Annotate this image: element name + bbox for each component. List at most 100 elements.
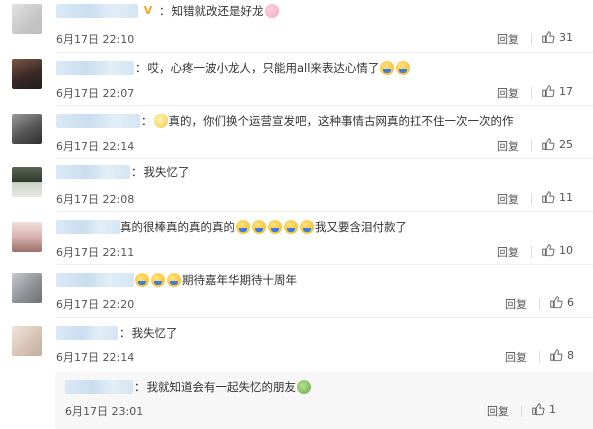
timestamp: 6月17日 22:14: [56, 140, 135, 153]
pig-emoji-icon: [264, 4, 279, 18]
username[interactable]: [56, 61, 134, 75]
username[interactable]: [65, 380, 133, 394]
verified-badge-icon: V: [143, 4, 153, 17]
colon: ：: [159, 4, 171, 18]
avatar[interactable]: [12, 59, 42, 89]
thumbs-up-icon: [550, 349, 563, 362]
cat-emoji-icon: [153, 114, 168, 128]
username[interactable]: [56, 326, 118, 340]
comment-line: ： 真的，你们换个运营宣发吧，这种事情古网真的扛不住一次一次的作: [56, 112, 514, 130]
comment-line: ： 我失忆了: [56, 163, 190, 181]
divider: [531, 140, 532, 152]
like-count: 1: [549, 402, 556, 416]
doge-emoji-icon: [284, 220, 298, 234]
comment-text: 真的，你们换个运营宣发吧，这种事情古网真的扛不住一次一次的作: [168, 114, 514, 128]
divider: [531, 87, 532, 99]
doge-emoji-icon: [252, 220, 266, 234]
thumbs-up-icon: [532, 403, 545, 416]
reply-button[interactable]: 回复: [497, 85, 519, 101]
username[interactable]: [56, 165, 130, 179]
timestamp: 6月17日 22:07: [56, 87, 135, 100]
comment-text-start: 真的很棒真的真的真的: [120, 220, 235, 234]
comment-item: 真的很棒真的真的真的 我又要含泪付款了 6月17日 22:11 回复 10: [0, 212, 593, 265]
thumbs-up-icon: [550, 296, 563, 309]
divider: [539, 298, 540, 310]
reply-button[interactable]: 回复: [497, 191, 519, 207]
comment-item: V ： 知错就改还是好龙 6月17日 22:10 回复 31: [0, 0, 593, 53]
like-count: 8: [567, 348, 574, 362]
reply-button[interactable]: 回复: [497, 138, 519, 154]
username[interactable]: [56, 4, 138, 18]
thumbs-up-icon: [542, 138, 555, 151]
avatar[interactable]: [12, 273, 42, 303]
reply-button[interactable]: 回复: [505, 349, 527, 365]
colon: ：: [131, 165, 143, 179]
like-count: 10: [559, 243, 573, 257]
reply-button[interactable]: 回复: [487, 403, 509, 419]
thumbs-up-icon: [542, 191, 555, 204]
doge-emoji-icon: [380, 61, 395, 75]
like-button[interactable]: 8: [549, 348, 574, 362]
comment-item: ： 我失忆了 6月17日 22:08 回复 11: [0, 159, 593, 212]
divider: [531, 193, 532, 205]
comment-item: 期待嘉年华期待十周年 6月17日 22:20 回复 6: [0, 265, 593, 318]
avatar[interactable]: [12, 167, 42, 197]
reply-button[interactable]: 回复: [497, 31, 519, 47]
comment-text: 我就知道会有一起失忆的朋友: [146, 380, 297, 394]
colon: ：: [135, 61, 147, 75]
doge-emoji-icon: [135, 273, 149, 287]
comment-line: 期待嘉年华期待十周年: [56, 271, 297, 289]
timestamp: 6月17日 22:10: [56, 33, 135, 46]
like-button[interactable]: 25: [541, 137, 573, 151]
comment-line: ： 我失忆了: [56, 324, 178, 342]
timestamp: 6月17日 22:11: [56, 246, 135, 259]
colon: ：: [134, 380, 146, 394]
comment-line: ： 我就知道会有一起失忆的朋友: [65, 378, 312, 396]
comment-text: 我失忆了: [143, 165, 190, 179]
username[interactable]: [56, 114, 140, 128]
like-button[interactable]: 31: [541, 30, 573, 44]
frog-emoji-icon: [297, 380, 311, 394]
like-button[interactable]: 17: [541, 84, 573, 98]
comment-item: ： 真的，你们换个运营宣发吧，这种事情古网真的扛不住一次一次的作 6月17日 2…: [0, 106, 593, 159]
avatar[interactable]: [12, 4, 42, 34]
like-count: 6: [567, 295, 574, 309]
divider: [531, 246, 532, 258]
reply-button[interactable]: 回复: [497, 244, 519, 260]
like-button[interactable]: 10: [541, 243, 573, 257]
comment-text: 我失忆了: [131, 326, 178, 340]
username[interactable]: [56, 220, 120, 234]
like-button[interactable]: 11: [541, 190, 573, 204]
avatar[interactable]: [12, 114, 42, 144]
like-count: 31: [559, 30, 573, 44]
doge-emoji-icon: [300, 220, 314, 234]
comment-text: 哎，心疼一波小龙人，只能用all来表达心情了: [147, 61, 380, 75]
doge-emoji-icon: [268, 220, 282, 234]
sub-comment: ： 我就知道会有一起失忆的朋友 6月17日 23:01 回复 1: [55, 372, 593, 429]
divider: [531, 33, 532, 45]
doge-emoji-icon: [151, 273, 165, 287]
like-button[interactable]: 6: [549, 295, 574, 309]
like-count: 11: [559, 190, 573, 204]
timestamp: 6月17日 23:01: [65, 405, 144, 418]
comment-line: V ： 知错就改还是好龙: [56, 2, 280, 20]
thumbs-up-icon: [542, 85, 555, 98]
username[interactable]: [56, 273, 134, 287]
comment-text-end: 我又要含泪付款了: [315, 220, 407, 234]
thumbs-up-icon: [542, 31, 555, 44]
timestamp: 6月17日 22:20: [56, 298, 135, 311]
timestamp: 6月17日 22:08: [56, 193, 135, 206]
colon: ：: [141, 114, 153, 128]
doge-emoji-icon: [167, 273, 181, 287]
comment-item: ： 哎，心疼一波小龙人，只能用all来表达心情了 6月17日 22:07 回复 …: [0, 53, 593, 106]
avatar[interactable]: [12, 222, 42, 252]
comment-text: 期待嘉年华期待十周年: [182, 273, 297, 287]
like-count: 17: [559, 84, 573, 98]
doge-emoji-icon: [396, 61, 411, 75]
comment-item: ： 我失忆了 6月17日 22:14 回复 8: [0, 318, 593, 371]
like-button[interactable]: 1: [531, 402, 556, 416]
divider: [521, 405, 522, 417]
colon: ：: [119, 326, 131, 340]
reply-button[interactable]: 回复: [505, 296, 527, 312]
avatar[interactable]: [12, 326, 42, 356]
